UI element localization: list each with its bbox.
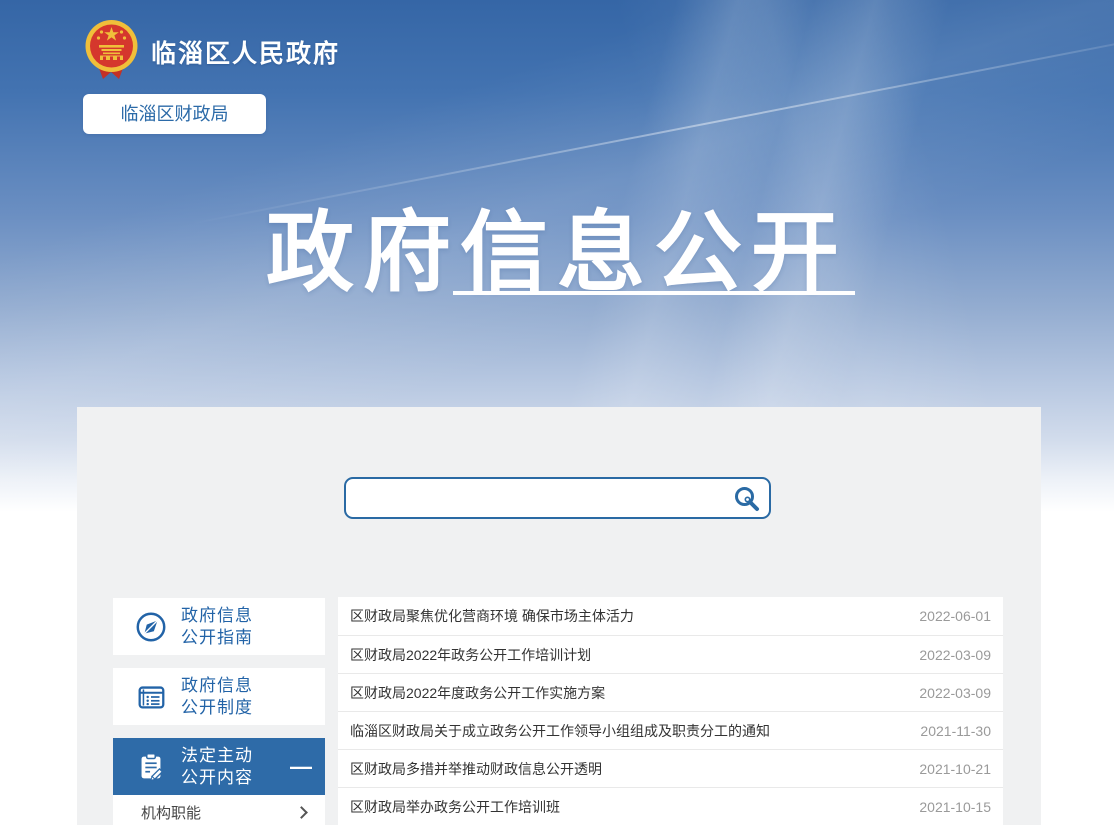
submenu-label: 机构职能 [141, 802, 201, 823]
sidebar-item-disclosure-system[interactable]: 政府信息 公开制度 [113, 668, 325, 725]
title-underline [453, 291, 855, 295]
list-item[interactable]: 区财政局多措并举推动财政信息公开透明 2021-10-21 [338, 749, 1003, 787]
search-box[interactable] [344, 477, 771, 519]
content-panel: 政府信息 公开指南 政府信息 公开制度 [77, 407, 1041, 825]
sidebar: 政府信息 公开指南 政府信息 公开制度 [113, 598, 325, 825]
sidebar-item-label: 法定主动 公开内容 [181, 745, 253, 789]
list-item[interactable]: 临淄区财政局关于成立政务公开工作领导小组组成及职责分工的通知 2021-11-3… [338, 711, 1003, 749]
site-title[interactable]: 临淄区人民政府 [151, 34, 340, 70]
search-button[interactable] [723, 479, 769, 517]
article-link[interactable]: 区财政局2022年政务公开工作培训计划 [350, 645, 591, 665]
chevron-right-icon [295, 806, 308, 819]
article-date: 2021-11-30 [920, 723, 991, 739]
sidebar-item-disclosure-guide[interactable]: 政府信息 公开指南 [113, 598, 325, 655]
article-date: 2022-06-01 [919, 608, 991, 624]
compass-icon [134, 610, 168, 644]
china-national-emblem-icon[interactable] [84, 19, 139, 81]
page: 临淄区人民政府 临淄区财政局 政府信息公开 [0, 0, 1114, 825]
sidebar-item-label: 政府信息 公开指南 [181, 605, 253, 649]
article-link[interactable]: 区财政局多措并举推动财政信息公开透明 [350, 759, 602, 779]
article-link[interactable]: 区财政局2022年度政务公开工作实施方案 [350, 683, 605, 703]
article-date: 2021-10-21 [919, 761, 991, 777]
page-title: 政府信息公开 [0, 182, 1114, 309]
search-input[interactable] [346, 479, 723, 517]
article-date: 2022-03-09 [919, 685, 991, 701]
collapse-minus-icon[interactable]: — [290, 738, 312, 795]
list-item[interactable]: 区财政局2022年度政务公开工作实施方案 2022-03-09 [338, 673, 1003, 711]
article-link[interactable]: 区财政局举办政务公开工作培训班 [350, 797, 560, 817]
article-link[interactable]: 区财政局聚焦优化营商环境 确保市场主体活力 [350, 606, 634, 626]
notebook-list-icon [134, 680, 168, 714]
article-link[interactable]: 临淄区财政局关于成立政务公开工作领导小组组成及职责分工的通知 [350, 721, 770, 741]
sidebar-subitem-org-functions[interactable]: 机构职能 [113, 795, 325, 825]
sidebar-item-mandatory-disclosure[interactable]: 法定主动 公开内容 — [113, 738, 325, 795]
sidebar-item-label: 政府信息 公开制度 [181, 675, 253, 719]
list-item[interactable]: 区财政局2022年政务公开工作培训计划 2022-03-09 [338, 635, 1003, 673]
article-date: 2022-03-09 [919, 647, 991, 663]
magnifier-icon [733, 485, 760, 512]
list-item[interactable]: 区财政局聚焦优化营商环境 确保市场主体活力 2022-06-01 [338, 597, 1003, 635]
list-item[interactable]: 区财政局举办政务公开工作培训班 2021-10-15 [338, 787, 1003, 825]
clipboard-pencil-icon [134, 750, 168, 784]
article-list: 区财政局聚焦优化营商环境 确保市场主体活力 2022-06-01 区财政局202… [338, 597, 1003, 825]
bureau-tab[interactable]: 临淄区财政局 [83, 94, 266, 134]
article-date: 2021-10-15 [919, 799, 991, 815]
